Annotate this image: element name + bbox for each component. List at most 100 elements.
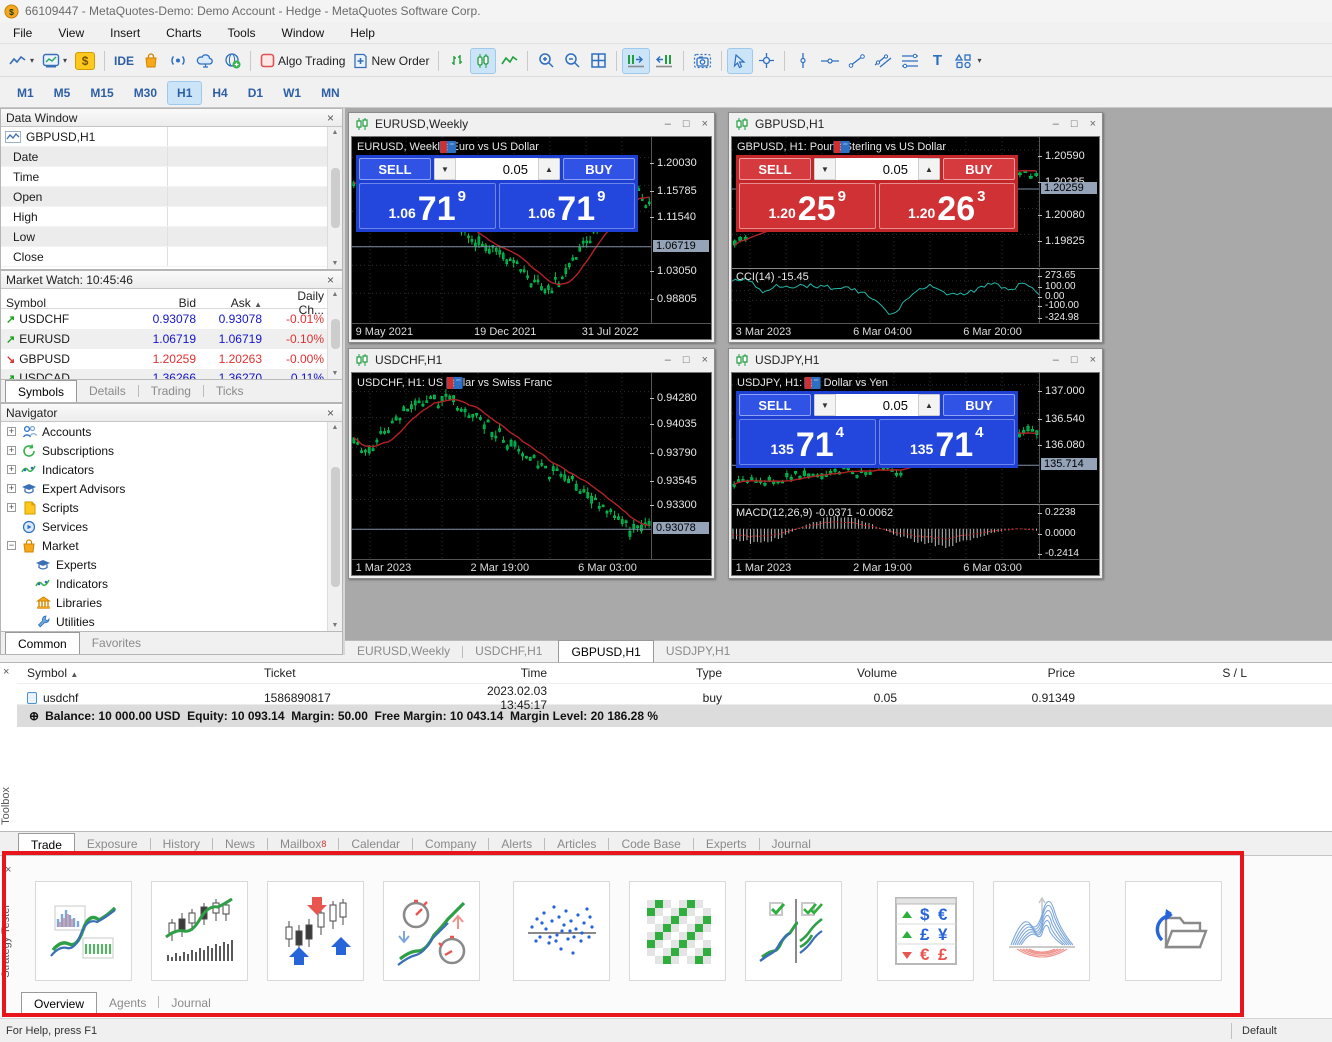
tab-company[interactable]: Company xyxy=(413,833,488,855)
close-icon[interactable]: × xyxy=(702,354,708,366)
market-watch-row-usdchf[interactable]: ↗USDCHF 0.93078 0.93078 -0.01% xyxy=(1,309,327,329)
volume-stepper[interactable]: ▼ 0.05 ▲ xyxy=(814,158,940,180)
minimize-icon[interactable]: – xyxy=(1053,354,1059,366)
nav-item-services[interactable]: Services xyxy=(1,517,327,536)
horizontal-line-tool-button[interactable] xyxy=(817,49,843,73)
tab-mailbox[interactable]: Mailbox8 xyxy=(268,833,338,855)
metaeditor-button[interactable]: IDE xyxy=(111,49,137,73)
nav-item-market[interactable]: − Market xyxy=(1,536,327,555)
tester-tile-speed-test[interactable] xyxy=(383,881,480,981)
sell-button[interactable]: SELL xyxy=(359,158,431,180)
sell-price[interactable]: 1.20259 xyxy=(739,183,876,229)
close-icon[interactable]: × xyxy=(702,118,708,130)
data-window-symbol-row[interactable]: GBPUSD,H1 xyxy=(1,127,327,147)
tester-tile-scatter-cloud[interactable] xyxy=(513,881,610,981)
nav-item-market-indicators[interactable]: Indicators xyxy=(1,574,327,593)
minimize-icon[interactable]: – xyxy=(665,354,671,366)
chart-window-usdjpy[interactable]: USDJPY,H1 –□× USDJPY, H1: US Dollar vs Y… xyxy=(728,348,1103,579)
scrollbar-thumb[interactable] xyxy=(331,467,340,587)
timeframe-m1[interactable]: M1 xyxy=(8,82,43,104)
fibonacci-tool-button[interactable] xyxy=(897,49,923,73)
community-button[interactable] xyxy=(220,49,244,73)
menu-view[interactable]: View xyxy=(45,23,97,43)
chart-shift-button[interactable] xyxy=(651,49,677,73)
zoom-out-button[interactable] xyxy=(560,49,584,73)
tab-trade[interactable]: Trade xyxy=(18,833,75,855)
nav-item-accounts[interactable]: + Accounts xyxy=(1,422,327,441)
timeframe-w1[interactable]: W1 xyxy=(274,82,310,104)
chart-window-titlebar[interactable]: EURUSD,Weekly –□× xyxy=(349,113,714,135)
algo-trading-button[interactable]: Algo Trading xyxy=(257,49,348,73)
sell-button[interactable]: SELL xyxy=(739,394,811,416)
deposit-button[interactable]: $ xyxy=(72,49,98,73)
maximize-icon[interactable]: □ xyxy=(683,354,690,366)
screenshot-button[interactable] xyxy=(690,49,715,73)
volume-up-icon[interactable]: ▲ xyxy=(538,158,560,180)
auto-scroll-button[interactable] xyxy=(623,49,649,73)
nav-item-market-experts[interactable]: Experts xyxy=(1,555,327,574)
status-profile[interactable]: Default xyxy=(1232,1025,1332,1037)
buy-button[interactable]: BUY xyxy=(943,158,1015,180)
tab-details[interactable]: Details xyxy=(77,380,138,402)
zoom-in-button[interactable] xyxy=(534,49,558,73)
tab-news[interactable]: News xyxy=(213,833,267,855)
chart-tab-usdjpy[interactable]: USDJPY,H1 xyxy=(654,640,742,662)
tab-code-base[interactable]: Code Base xyxy=(609,833,692,855)
tab-common[interactable]: Common xyxy=(5,632,80,654)
tester-tile-forward-test[interactable] xyxy=(745,881,842,981)
line-chart-mode-button[interactable] xyxy=(497,49,521,73)
tab-experts[interactable]: Experts xyxy=(694,833,759,855)
tester-tile-multi-currency[interactable]: $ € £ ¥ € £ xyxy=(877,881,974,981)
tile-windows-button[interactable] xyxy=(586,49,610,73)
chart-window-usdchf[interactable]: USDCHF,H1 –□× USDCHF, H1: US Dollar vs S… xyxy=(348,348,715,579)
tab-calendar[interactable]: Calendar xyxy=(339,833,412,855)
tab-ticks[interactable]: Ticks xyxy=(204,380,256,402)
timeframe-m30[interactable]: M30 xyxy=(125,82,166,104)
chart-window-titlebar[interactable]: USDJPY,H1 –□× xyxy=(729,349,1102,371)
cursor-tool-button[interactable] xyxy=(728,49,752,73)
scroll-up-icon[interactable]: ▲ xyxy=(332,291,339,298)
expand-icon[interactable]: + xyxy=(7,503,16,512)
scrollbar[interactable]: ▲ ▼ xyxy=(327,289,342,379)
maximize-icon[interactable]: □ xyxy=(1071,118,1078,130)
market-watch-row-usdcad[interactable]: ↗USDCAD 1.36266 1.36270 0.11% xyxy=(1,369,327,379)
candle-chart-mode-button[interactable] xyxy=(471,49,495,73)
buy-price[interactable]: 1.20263 xyxy=(879,183,1016,229)
tab-exposure[interactable]: Exposure xyxy=(75,833,150,855)
volume-down-icon[interactable]: ▼ xyxy=(434,158,456,180)
menu-insert[interactable]: Insert xyxy=(97,23,153,43)
caret-down-icon[interactable]: ▾ xyxy=(30,56,34,65)
shapes-tool-button[interactable]: ▾ xyxy=(951,49,984,73)
minimize-icon[interactable]: – xyxy=(665,118,671,130)
scroll-down-icon[interactable]: ▼ xyxy=(332,370,339,377)
close-icon[interactable]: × xyxy=(324,111,337,125)
timeframe-m15[interactable]: M15 xyxy=(81,82,122,104)
scrollbar-thumb[interactable] xyxy=(331,319,340,349)
trendline-tool-button[interactable] xyxy=(845,49,869,73)
sell-button[interactable]: SELL xyxy=(739,158,811,180)
market-store-button[interactable] xyxy=(139,49,163,73)
caret-down-icon[interactable]: ▾ xyxy=(63,56,67,65)
tab-tester-journal[interactable]: Journal xyxy=(159,992,222,1014)
market-watch-row-eurusd[interactable]: ↗EURUSD 1.06719 1.06719 -0.10% xyxy=(1,329,327,349)
tab-favorites[interactable]: Favorites xyxy=(80,632,153,654)
volume-value[interactable]: 0.05 xyxy=(836,162,918,177)
volume-stepper[interactable]: ▼ 0.05 ▲ xyxy=(814,394,940,416)
crosshair-tool-button[interactable] xyxy=(754,49,778,73)
tester-tile-chart-candles[interactable] xyxy=(151,881,248,981)
menu-help[interactable]: Help xyxy=(337,23,388,43)
bar-chart-mode-button[interactable] xyxy=(445,49,469,73)
expand-icon[interactable]: + xyxy=(7,427,16,436)
toolbox-side-label[interactable]: Toolbox xyxy=(0,787,15,825)
strategy-tester-side-label[interactable]: Strategy Tester xyxy=(0,904,15,978)
chart-window-titlebar[interactable]: GBPUSD,H1 –□× xyxy=(729,113,1102,135)
menu-charts[interactable]: Charts xyxy=(153,23,214,43)
menu-file[interactable]: File xyxy=(0,23,45,43)
balance-icon[interactable]: ⊕ xyxy=(29,709,39,723)
tester-tile-data-matrix[interactable] xyxy=(629,881,726,981)
volume-value[interactable]: 0.05 xyxy=(456,162,538,177)
text-tool-button[interactable]: T xyxy=(925,49,949,73)
trade-table-header[interactable]: Symbol ▲ Ticket Time Type Volume Price S… xyxy=(17,663,1332,684)
nav-item-scripts[interactable]: + Scripts xyxy=(1,498,327,517)
scrollbar[interactable]: ▲ ▼ xyxy=(327,127,342,269)
